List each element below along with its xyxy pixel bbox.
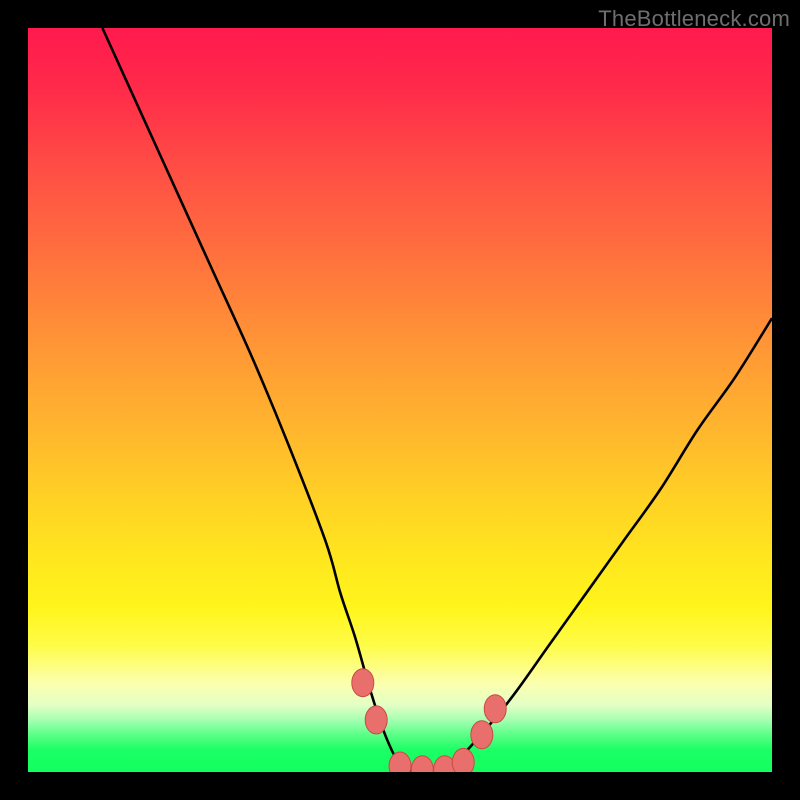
bottleneck-curve (102, 28, 772, 772)
curve-marker (471, 721, 493, 749)
curve-marker (365, 706, 387, 734)
marker-group (352, 669, 506, 772)
curve-svg (28, 28, 772, 772)
chart-frame: TheBottleneck.com (0, 0, 800, 800)
plot-area (28, 28, 772, 772)
watermark-text: TheBottleneck.com (598, 6, 790, 32)
curve-marker (411, 756, 433, 772)
curve-marker (484, 695, 506, 723)
curve-marker (452, 748, 474, 772)
curve-marker (389, 752, 411, 772)
curve-marker (352, 669, 374, 697)
